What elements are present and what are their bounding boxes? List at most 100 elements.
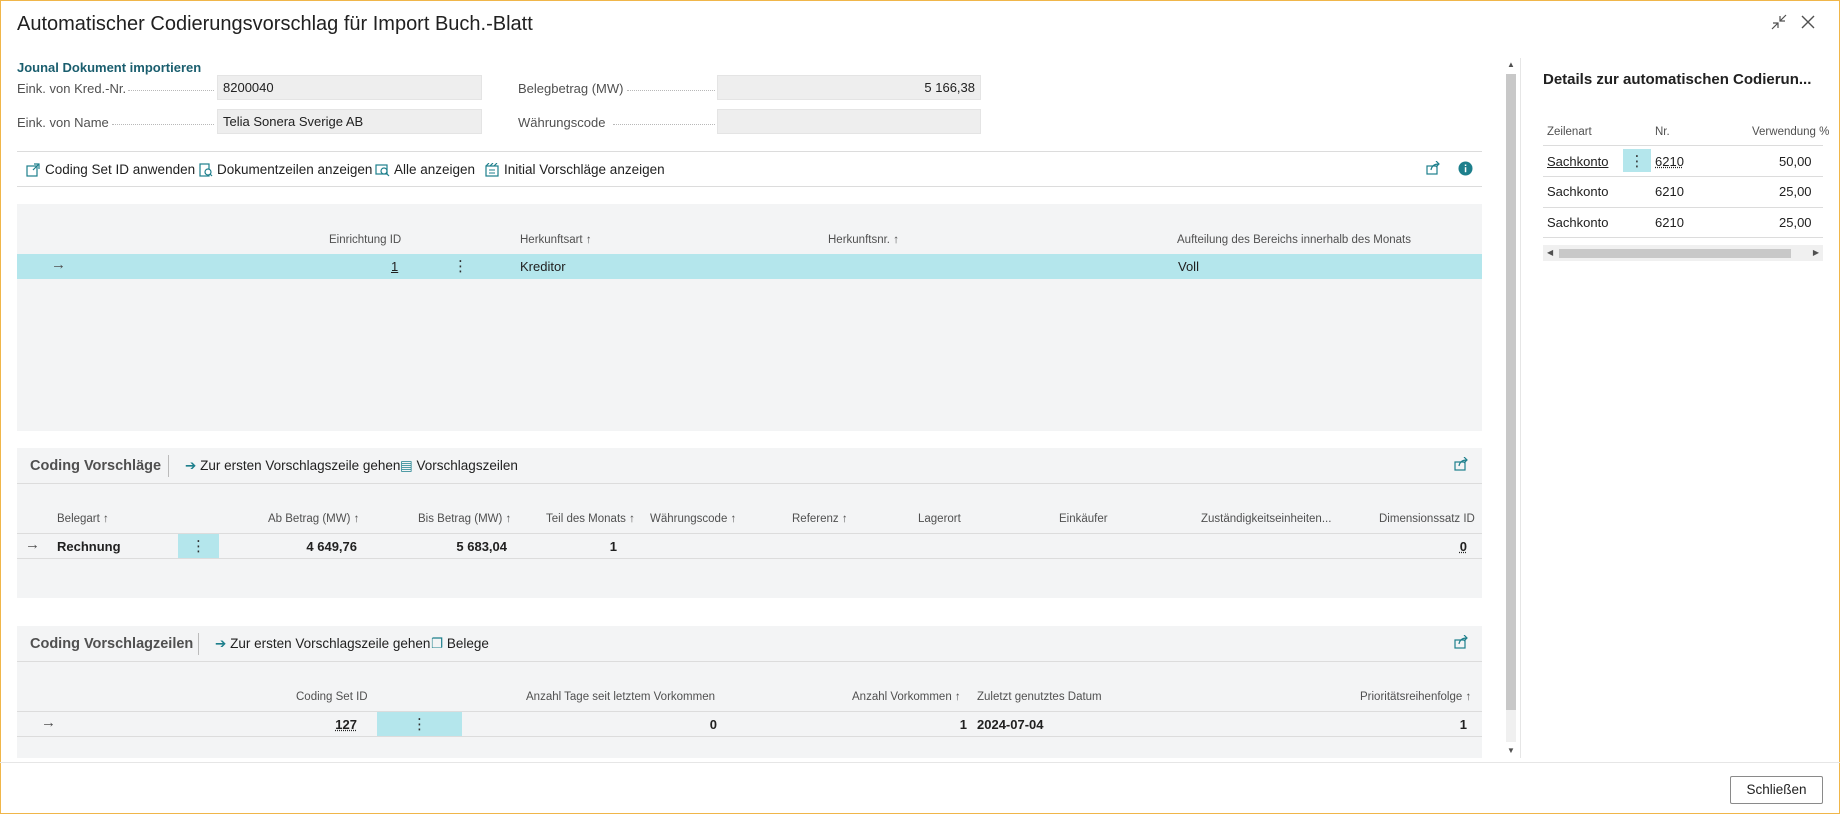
- close-icon[interactable]: [1798, 14, 1818, 34]
- column-header[interactable]: Aufteilung des Bereichs innerhalb des Mo…: [1177, 234, 1411, 246]
- row-menu-icon[interactable]: ⋮: [1623, 152, 1651, 170]
- apply-coding-set-button[interactable]: Coding Set ID anwenden: [26, 162, 195, 177]
- goto-first-suggestion-button[interactable]: ➔ Zur ersten Vorschlagszeile gehen: [185, 458, 400, 474]
- column-header[interactable]: Zuletzt genutztes Datum: [977, 691, 1102, 703]
- dialog-title: Automatischer Codierungsvorschlag für Im…: [17, 13, 533, 35]
- scroll-thumb[interactable]: [1506, 74, 1516, 710]
- part-title: Coding Vorschlagzeilen: [30, 636, 194, 652]
- scroll-thumb[interactable]: [1559, 249, 1791, 258]
- scroll-right-icon[interactable]: ▶: [1813, 248, 1819, 257]
- anzahl-vorkommen-cell: 1: [959, 717, 967, 732]
- verwendung-cell: 50,00: [1779, 154, 1812, 169]
- pane-divider: [1520, 58, 1521, 758]
- goto-first-suggestion-button[interactable]: ➔ Zur ersten Vorschlagszeile gehen: [215, 636, 430, 652]
- suggestion-lines-button[interactable]: ▤ Vorschlagszeilen: [400, 458, 518, 474]
- column-header[interactable]: Belegart ↑: [57, 513, 109, 525]
- part-header: Coding Vorschläge ➔ Zur ersten Vorschlag…: [17, 448, 1482, 484]
- initial-suggestions-icon: [485, 163, 500, 177]
- close-button[interactable]: Schließen: [1730, 776, 1823, 804]
- amount-label: Belegbetrag (MW): [518, 81, 624, 96]
- info-icon[interactable]: [1458, 161, 1473, 179]
- initial-suggestions-button[interactable]: Initial Vorschläge anzeigen: [485, 162, 665, 177]
- column-header[interactable]: Herkunftsnr. ↑: [828, 234, 899, 246]
- footer-divider: [0, 762, 1840, 763]
- column-header[interactable]: Anzahl Vorkommen ↑: [852, 691, 961, 703]
- vendor-no-field[interactable]: 8200040: [217, 75, 482, 100]
- leader-dots: [627, 90, 715, 91]
- column-header[interactable]: Einrichtung ID: [329, 234, 401, 246]
- list-item[interactable]: Sachkonto 6210 25,00: [1543, 208, 1823, 238]
- list-item[interactable]: Sachkonto ⋮ 6210 50,00: [1543, 146, 1823, 176]
- column-header[interactable]: Verwendung %: [1752, 126, 1829, 138]
- column-header[interactable]: Einkäufer: [1059, 513, 1108, 525]
- scroll-down-icon[interactable]: ▼: [1505, 746, 1517, 755]
- document-lines-label: Dokumentzeilen anzeigen: [217, 162, 373, 177]
- column-header[interactable]: Coding Set ID: [296, 691, 368, 703]
- row-arrow-icon: →: [51, 256, 66, 273]
- row-menu-icon[interactable]: ⋮: [178, 537, 219, 555]
- divider: [17, 558, 1482, 559]
- part-title: Coding Vorschläge: [30, 458, 162, 474]
- table-row[interactable]: → 1 ⋮ Kreditor Voll: [17, 254, 1482, 279]
- scroll-up-icon[interactable]: ▲: [1505, 60, 1517, 69]
- column-header[interactable]: Prioritätsreihenfolge ↑: [1360, 691, 1471, 703]
- table-row[interactable]: → Rechnung ⋮ 4 649,76 5 683,04 1 0: [17, 534, 1482, 558]
- column-header[interactable]: Ab Betrag (MW) ↑: [268, 513, 359, 525]
- collapse-icon[interactable]: [1769, 14, 1789, 34]
- arrow-right-icon: ➔: [215, 636, 227, 651]
- currency-field[interactable]: [717, 109, 981, 134]
- action-bar: Coding Set ID anwenden Dokumentzeilen an…: [17, 151, 1482, 187]
- leader-dots: [613, 124, 715, 125]
- zeilenart-cell: Sachkonto: [1547, 184, 1609, 199]
- column-header[interactable]: Bis Betrag (MW) ↑: [418, 513, 511, 525]
- zeilenart-cell: Sachkonto: [1547, 215, 1609, 230]
- share-icon[interactable]: [1426, 160, 1441, 178]
- divider: [198, 633, 199, 655]
- nr-cell: 6210: [1655, 184, 1684, 199]
- coding-set-id-cell[interactable]: 127: [327, 717, 357, 732]
- belegart-cell[interactable]: Rechnung: [57, 539, 121, 554]
- prioritaet-cell: 1: [1459, 717, 1467, 732]
- column-header[interactable]: Lagerort: [918, 513, 961, 525]
- share-icon[interactable]: [1454, 634, 1469, 652]
- column-header[interactable]: Nr.: [1655, 126, 1670, 138]
- row-menu-icon[interactable]: ⋮: [453, 257, 468, 275]
- vendor-no-label: Eink. von Kred.-Nr.: [17, 81, 127, 96]
- column-header[interactable]: Dimensionssatz ID: [1379, 513, 1475, 525]
- setup-list: Einrichtung ID Herkunftsart ↑ Herkunftsn…: [17, 204, 1482, 431]
- column-header[interactable]: Zuständigkeitseinheiten...: [1201, 513, 1331, 525]
- table-row[interactable]: → 127 ⋮ 0 1 2024-07-04 1: [17, 712, 1482, 736]
- scroll-left-icon[interactable]: ◀: [1547, 248, 1553, 257]
- column-header[interactable]: Währungscode ↑: [650, 513, 736, 525]
- show-all-button[interactable]: Alle anzeigen: [375, 162, 475, 177]
- row-menu-icon[interactable]: ⋮: [377, 715, 462, 733]
- belege-button[interactable]: ❐ Belege: [431, 636, 489, 652]
- share-icon[interactable]: [1454, 456, 1469, 474]
- zeilenart-cell[interactable]: Sachkonto: [1547, 154, 1608, 169]
- vertical-scrollbar[interactable]: ▲ ▼: [1503, 58, 1519, 758]
- column-header[interactable]: Referenz ↑: [792, 513, 848, 525]
- horizontal-scrollbar[interactable]: ◀ ▶: [1543, 245, 1823, 261]
- einrichtung-id-cell[interactable]: 1: [391, 259, 398, 274]
- column-header[interactable]: Teil des Monats ↑: [546, 513, 635, 525]
- column-header[interactable]: Zeilenart: [1547, 126, 1592, 138]
- column-header[interactable]: Herkunftsart ↑: [520, 234, 592, 246]
- details-pane-title[interactable]: Details zur automatischen Codierun...: [1543, 71, 1811, 88]
- dimensionssatz-cell[interactable]: 0: [1447, 539, 1467, 554]
- document-lines-button[interactable]: Dokumentzeilen anzeigen: [198, 162, 372, 177]
- amount-field[interactable]: 5 166,38: [717, 75, 981, 100]
- anzahl-tage-cell: 0: [709, 717, 717, 732]
- apply-icon: [26, 163, 41, 177]
- divider: [17, 736, 1482, 737]
- bis-betrag-cell: 5 683,04: [456, 539, 507, 554]
- list-item[interactable]: Sachkonto 6210 25,00: [1543, 177, 1823, 207]
- show-all-icon: [375, 163, 390, 177]
- ab-betrag-cell: 4 649,76: [306, 539, 357, 554]
- vendor-name-field[interactable]: Telia Sonera Sverige AB: [217, 109, 482, 134]
- arrow-right-icon: ➔: [185, 458, 197, 473]
- zuletzt-datum-cell: 2024-07-04: [977, 717, 1044, 732]
- column-header[interactable]: Anzahl Tage seit letztem Vorkommen: [526, 691, 715, 703]
- initial-suggestions-label: Initial Vorschläge anzeigen: [504, 162, 665, 177]
- nr-cell[interactable]: 6210: [1655, 154, 1684, 169]
- apply-label: Coding Set ID anwenden: [45, 162, 196, 177]
